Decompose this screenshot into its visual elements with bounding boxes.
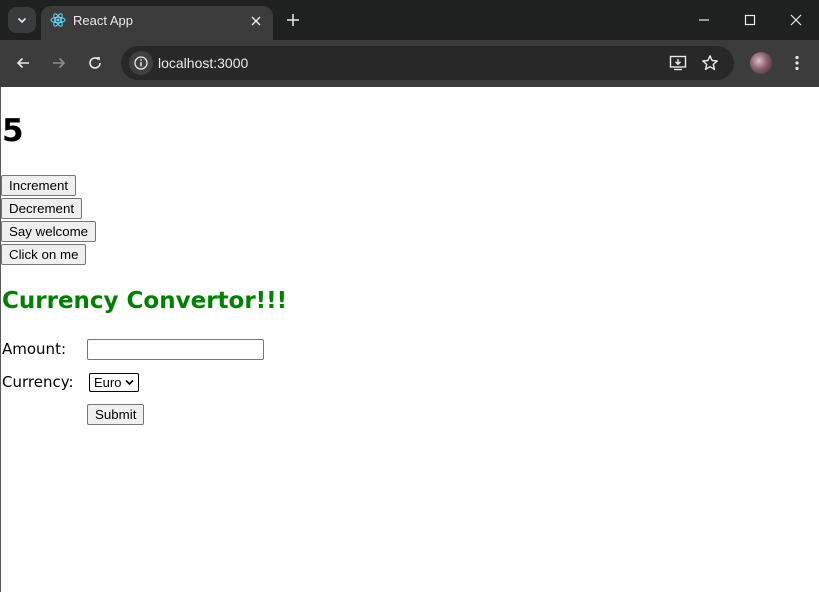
tab-search-button[interactable] [8, 7, 36, 33]
converter-heading: Currency Convertor!!! [2, 288, 288, 314]
currency-selected-value: Euro [94, 375, 122, 390]
url-text[interactable]: localhost:3000 [158, 55, 248, 71]
chevron-down-icon [16, 14, 28, 26]
amount-input[interactable] [87, 339, 264, 360]
close-window-button[interactable] [786, 10, 806, 30]
maximize-icon [744, 14, 756, 26]
minimize-icon [698, 14, 710, 26]
currency-select[interactable]: Euro [89, 373, 139, 392]
chevron-down-icon [125, 379, 134, 386]
react-logo-icon [50, 12, 66, 28]
tab-react-app[interactable]: React App [41, 6, 273, 40]
install-app-button[interactable] [668, 53, 688, 73]
new-tab-button[interactable] [283, 10, 303, 30]
browser-menu-button[interactable] [786, 52, 808, 74]
click-on-me-button[interactable]: Click on me [1, 244, 87, 265]
arrow-right-icon [51, 55, 67, 71]
back-button[interactable] [12, 52, 34, 74]
increment-button[interactable]: Increment [1, 175, 77, 196]
install-app-icon [669, 54, 687, 72]
counter-value: 5 [2, 113, 24, 149]
plus-icon [286, 13, 300, 27]
bookmark-button[interactable] [700, 53, 720, 73]
close-icon[interactable] [248, 13, 264, 29]
reload-icon [87, 55, 103, 71]
close-icon [790, 14, 802, 26]
reload-button[interactable] [84, 52, 106, 74]
site-info-button[interactable] [129, 51, 153, 75]
forward-button[interactable] [48, 52, 70, 74]
minimize-button[interactable] [694, 10, 714, 30]
maximize-button[interactable] [740, 10, 760, 30]
address-bar[interactable]: localhost:3000 [121, 46, 734, 80]
browser-window: React App localhost:3000 5 Increment Dec… [0, 0, 819, 592]
tab-title: React App [73, 13, 133, 28]
kebab-menu-icon [795, 55, 799, 71]
submit-button[interactable]: Submit [87, 404, 145, 425]
arrow-left-icon [15, 55, 31, 71]
decrement-button[interactable]: Decrement [1, 198, 83, 219]
star-icon [701, 54, 719, 72]
browser-toolbar: localhost:3000 [0, 40, 819, 87]
say-welcome-button[interactable]: Say welcome [1, 221, 97, 242]
currency-label: Currency: [2, 373, 74, 391]
amount-label: Amount: [2, 340, 66, 358]
tab-strip: React App [0, 0, 819, 40]
avatar[interactable] [750, 52, 772, 74]
info-icon [134, 56, 148, 70]
page-content: 5 Increment Decrement Say welcome Click … [0, 87, 819, 592]
